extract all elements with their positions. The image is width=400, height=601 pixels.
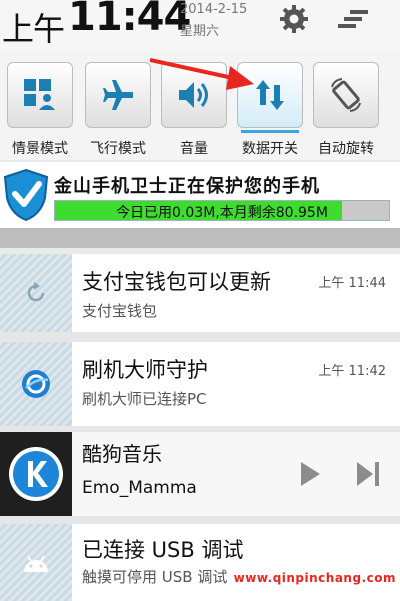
notification-subtitle: 触摸可停用 USB 调试: [82, 568, 228, 586]
toggle-label: 飞行模式: [90, 141, 146, 157]
toggle-rotate-button[interactable]: [313, 62, 379, 128]
toggle-airplane-mode[interactable]: 飞行模式: [84, 62, 152, 158]
toggle-indicator-active: [241, 130, 299, 133]
gear-icon[interactable]: [276, 4, 312, 34]
airplane-icon: [103, 80, 133, 110]
toggle-indicator: [89, 130, 147, 133]
notification-time: 上午 11:44: [318, 276, 386, 291]
quick-toggles: 情景模式 飞行模式 音量 数据开关 自动旋转: [0, 52, 400, 160]
toggle-label: 情景模式: [12, 141, 68, 157]
time-ampm: 上午: [2, 10, 65, 48]
weekday: 星期六: [180, 24, 220, 39]
notification-flash-master[interactable]: 刷机大师守护 刷机大师已连接PC 上午 11:42: [0, 342, 400, 426]
security-guard-banner[interactable]: 金山手机卫士正在保护您的手机 今日已用0.03M,本月剩余80.95M: [0, 162, 400, 228]
notification-subtitle: 支付宝钱包: [82, 302, 158, 320]
notification-usb-debugging[interactable]: 已连接 USB 调试 触摸可停用 USB 调试: [0, 524, 400, 601]
rotate-icon: [331, 78, 361, 112]
shield-check-icon: [3, 168, 49, 222]
toggle-auto-rotate[interactable]: 自动旋转: [312, 62, 380, 158]
watermark-text: www.qinpinchang.com: [233, 571, 396, 585]
kugou-k-icon: [0, 432, 72, 516]
status-header: 上午 11:44 2014-2-15 星期六: [0, 0, 400, 52]
notification-alipay-update[interactable]: 支付宝钱包可以更新 支付宝钱包 上午 11:44: [0, 254, 400, 332]
play-icon[interactable]: [292, 456, 328, 492]
notification-title: 已连接 USB 调试: [82, 538, 244, 562]
divider: [0, 332, 400, 342]
date: 2014-2-15: [180, 2, 248, 17]
toggle-label: 音量: [180, 141, 208, 157]
toggle-profile-mode[interactable]: 情景模式: [6, 62, 74, 158]
toggle-label: 数据开关: [242, 141, 298, 157]
toggle-indicator: [165, 130, 223, 133]
profile-mode-icon: [24, 79, 55, 110]
next-track-icon[interactable]: [350, 456, 386, 492]
divider: [0, 516, 400, 524]
guard-title: 金山手机卫士正在保护您的手机: [54, 176, 320, 197]
toggle-label: 自动旋转: [318, 141, 374, 157]
clock: 11:44: [68, 0, 191, 40]
toggle-indicator: [317, 130, 375, 133]
data-usage-bar: 今日已用0.03M,本月剩余80.95M: [54, 200, 390, 221]
section-divider: [0, 228, 400, 248]
music-track-name: Emo_Mamma: [82, 478, 197, 498]
notification-title: 支付宝钱包可以更新: [82, 270, 271, 294]
toggle-airplane-button[interactable]: [85, 62, 151, 128]
notification-music-player[interactable]: 酷狗音乐 Emo_Mamma: [0, 432, 400, 516]
menu-bars-icon[interactable]: [336, 4, 372, 34]
red-arrow-annotation: [150, 58, 254, 90]
android-icon: [0, 524, 72, 601]
data-usage-text: 今日已用0.03M,本月剩余80.95M: [116, 205, 328, 221]
notification-title: 刷机大师守护: [82, 358, 208, 382]
toggle-profile-mode-button[interactable]: [7, 62, 73, 128]
toggle-indicator: [11, 130, 69, 133]
notification-time: 上午 11:42: [318, 364, 386, 379]
notification-subtitle: 刷机大师已连接PC: [82, 390, 207, 408]
refresh-icon: [0, 254, 72, 332]
flash-master-icon: [0, 342, 72, 426]
music-app-title: 酷狗音乐: [82, 442, 162, 466]
